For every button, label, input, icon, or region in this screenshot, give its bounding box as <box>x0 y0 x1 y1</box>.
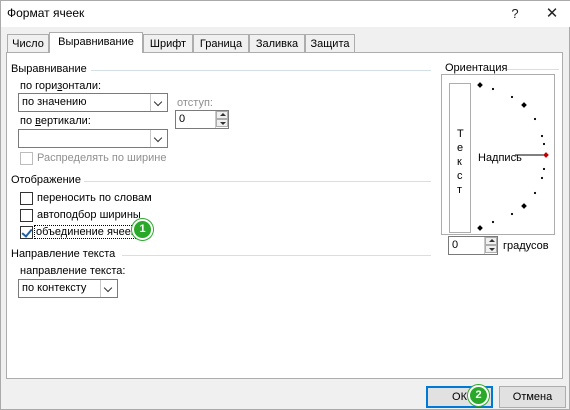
vertical-text-button[interactable]: Т е к с т <box>449 83 471 233</box>
spin-down-icon[interactable] <box>216 119 228 127</box>
tab-alignment[interactable]: Выравнивание <box>49 32 143 53</box>
tab-number[interactable]: Число <box>7 34 49 52</box>
vertical-align-select[interactable] <box>18 129 168 148</box>
chevron-down-icon[interactable] <box>150 130 167 147</box>
tab-fill[interactable]: Заливка <box>249 34 305 52</box>
degrees-label: градусов <box>503 240 549 252</box>
dial-marker-bottom[interactable] <box>477 225 483 231</box>
indent-spin-buttons <box>215 111 228 128</box>
dial-dot <box>540 134 544 138</box>
step-badge-1: 1 <box>132 219 153 240</box>
dial-dot <box>510 95 514 99</box>
cancel-button[interactable]: Отмена <box>499 386 566 408</box>
help-button[interactable]: ? <box>501 3 529 25</box>
dial-dot <box>542 142 546 146</box>
vertical-text-letter: е <box>457 142 464 154</box>
display-section-title: Отображение <box>11 174 81 186</box>
tab-border[interactable]: Граница <box>193 34 249 52</box>
merge-cells-label: объединение ячеек <box>34 225 138 239</box>
alignment-section-title: Выравнивание <box>11 63 87 75</box>
dial-handle[interactable] <box>543 152 549 158</box>
orientation-box: Т е к с т Надпись <box>441 74 555 235</box>
orientation-divider <box>507 69 559 70</box>
dial-dot <box>540 176 544 180</box>
tab-protection[interactable]: Защита <box>305 34 355 52</box>
dial-dot <box>542 167 546 171</box>
degrees-value[interactable]: 0 <box>452 239 458 251</box>
text-direction-value: по контексту <box>22 282 87 294</box>
shrink-to-fit-label: автоподбор ширины <box>37 209 141 221</box>
vertical-text-letter: т <box>457 184 463 196</box>
vertical-text-letter: Т <box>457 128 464 140</box>
chevron-down-icon[interactable] <box>150 94 167 111</box>
spin-up-icon[interactable] <box>216 111 228 119</box>
spin-up-icon[interactable] <box>485 237 497 245</box>
indent-spinner[interactable]: 0 <box>175 110 229 129</box>
wrap-text-checkbox[interactable] <box>20 192 33 205</box>
vertical-label: по вертикали: <box>20 115 91 127</box>
dial-marker-top[interactable] <box>477 82 483 88</box>
chevron-down-icon[interactable] <box>100 280 117 297</box>
direction-section-title: Направление текста <box>11 248 116 260</box>
dial-dot <box>491 87 495 91</box>
indent-value[interactable]: 0 <box>179 113 185 125</box>
dial-dot <box>533 191 537 195</box>
vertical-text-letter: с <box>457 170 463 182</box>
distribute-label: Распределять по ширине <box>37 152 167 164</box>
dial-dot <box>510 212 514 216</box>
indent-label: отступ: <box>177 97 213 109</box>
degrees-spinner[interactable]: 0 <box>448 236 498 255</box>
tab-font[interactable]: Шрифт <box>143 34 193 52</box>
alignment-divider <box>91 70 431 71</box>
dial-marker[interactable] <box>521 102 527 108</box>
degrees-spin-buttons <box>484 237 497 254</box>
format-cells-dialog: Формат ячеек ? ✕ Число Выравнивание Шриф… <box>0 0 570 410</box>
text-direction-label: направление текста: <box>20 265 126 277</box>
ok-label: ОК <box>452 391 467 403</box>
horizontal-align-select[interactable]: по значению <box>18 93 168 112</box>
dialog-title: Формат ячеек <box>7 6 85 20</box>
wrap-text-label: переносить по словам <box>37 192 152 204</box>
spin-down-icon[interactable] <box>485 245 497 253</box>
text-direction-select[interactable]: по контексту <box>18 279 118 298</box>
cancel-label: Отмена <box>512 391 553 403</box>
orientation-section-title: Ориентация <box>445 62 508 74</box>
close-button[interactable]: ✕ <box>538 3 566 25</box>
distribute-checkbox[interactable] <box>20 152 33 165</box>
dial-label: Надпись <box>478 152 522 164</box>
step-badge-2: 2 <box>468 385 489 406</box>
vertical-text-letter: к <box>457 156 462 168</box>
dial-dot <box>533 117 537 121</box>
dial-dot <box>491 220 495 224</box>
dial-marker[interactable] <box>521 203 527 209</box>
title-bar: Формат ячеек ? ✕ <box>1 1 570 27</box>
display-divider <box>84 181 431 182</box>
horizontal-label: по горизонтали: <box>20 80 102 92</box>
shrink-to-fit-checkbox[interactable] <box>20 209 33 222</box>
horizontal-align-value: по значению <box>22 96 87 108</box>
direction-divider <box>122 255 431 256</box>
merge-cells-checkbox[interactable] <box>20 226 33 239</box>
